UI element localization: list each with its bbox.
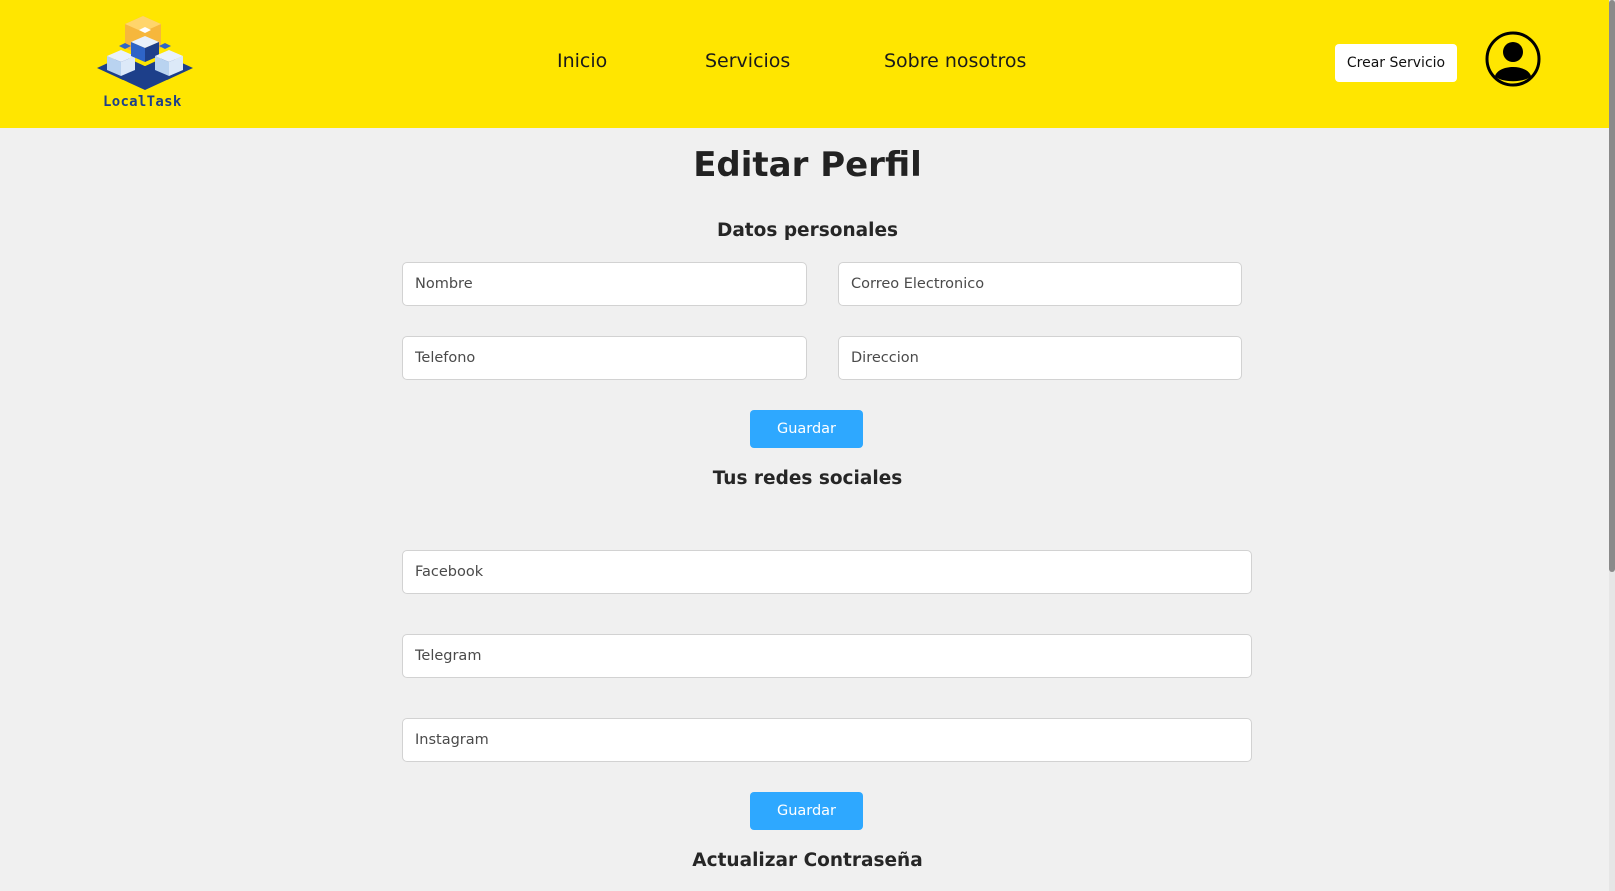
nav-sobre-nosotros[interactable]: Sobre nosotros bbox=[884, 50, 1026, 72]
create-service-button[interactable]: Crear Servicio bbox=[1335, 44, 1457, 82]
localtask-logo-icon bbox=[97, 16, 193, 90]
name-input[interactable] bbox=[402, 262, 807, 306]
phone-input[interactable] bbox=[402, 336, 807, 380]
top-header: LocalTask Inicio Servicios Sobre nosotro… bbox=[0, 0, 1615, 128]
address-input[interactable] bbox=[838, 336, 1242, 380]
telegram-input[interactable] bbox=[402, 634, 1252, 678]
instagram-input[interactable] bbox=[402, 718, 1252, 762]
save-personal-button[interactable]: Guardar bbox=[750, 410, 863, 448]
logo-text: LocalTask bbox=[103, 94, 182, 110]
logo[interactable]: LocalTask bbox=[93, 14, 203, 112]
user-avatar-button[interactable] bbox=[1485, 31, 1541, 87]
nav-servicios[interactable]: Servicios bbox=[705, 50, 790, 72]
page-title: Editar Perfil bbox=[693, 145, 922, 185]
social-networks-title: Tus redes sociales bbox=[712, 468, 903, 489]
vertical-scrollbar[interactable] bbox=[1609, 0, 1615, 891]
personal-data-title: Datos personales bbox=[716, 220, 899, 241]
update-password-title: Actualizar Contraseña bbox=[692, 850, 923, 871]
user-avatar-icon bbox=[1485, 31, 1541, 87]
scrollbar-thumb[interactable] bbox=[1609, 0, 1615, 572]
facebook-input[interactable] bbox=[402, 550, 1252, 594]
email-input[interactable] bbox=[838, 262, 1242, 306]
nav-inicio[interactable]: Inicio bbox=[557, 50, 607, 72]
page: LocalTask Inicio Servicios Sobre nosotro… bbox=[0, 0, 1615, 891]
save-social-button[interactable]: Guardar bbox=[750, 792, 863, 830]
